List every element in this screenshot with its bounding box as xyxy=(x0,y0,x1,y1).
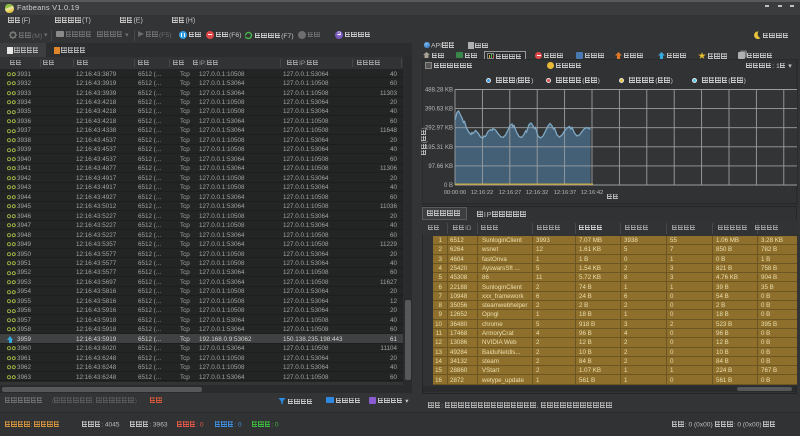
svg-text:12:16:37: 12:16:37 xyxy=(554,190,577,196)
svg-text:12:16:22: 12:16:22 xyxy=(471,190,494,196)
svg-text:00:00:00: 00:00:00 xyxy=(444,190,467,196)
svg-text:97.66 KB: 97.66 KB xyxy=(428,164,453,170)
svg-text:12:16:42: 12:16:42 xyxy=(581,190,604,196)
svg-text:488.28 KB: 488.28 KB xyxy=(425,88,453,94)
svg-text:195.31 KB: 195.31 KB xyxy=(425,145,453,151)
svg-text:390.63 KB: 390.63 KB xyxy=(425,107,453,113)
svg-text:0 B: 0 B xyxy=(444,183,453,189)
svg-text:292.97 KB: 292.97 KB xyxy=(425,126,453,132)
svg-text:12:16:32: 12:16:32 xyxy=(526,190,549,196)
svg-text:12:16:27: 12:16:27 xyxy=(499,190,522,196)
